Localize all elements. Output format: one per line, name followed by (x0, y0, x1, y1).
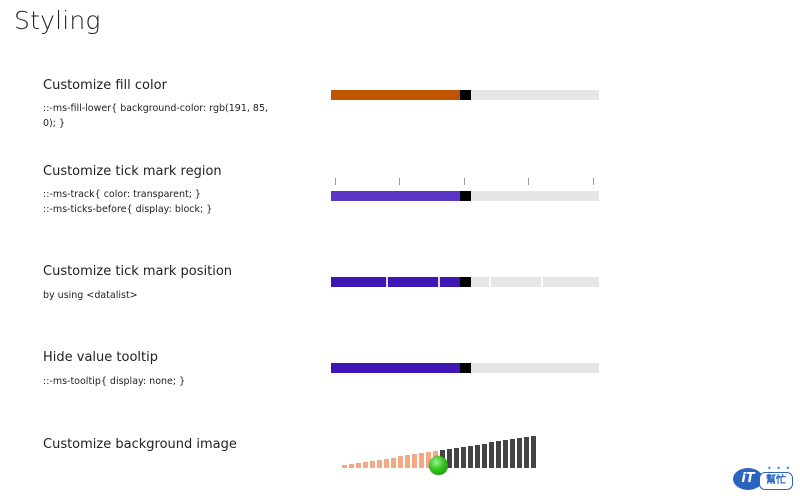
bg-bar (461, 446, 466, 468)
desc-line: 0); } (43, 118, 66, 129)
fill-color-slider[interactable] (331, 90, 599, 100)
bg-bar (384, 458, 389, 468)
logo-bang: 幫忙 (759, 472, 793, 490)
datalist-tick (541, 277, 543, 287)
slider-fill-lower (331, 90, 460, 100)
hide-tooltip-slider[interactable] (331, 363, 599, 373)
tick-position-slider[interactable] (331, 277, 599, 287)
slider-thumb[interactable] (460, 363, 471, 373)
bg-bar (531, 436, 536, 468)
datalist-tick (438, 277, 440, 287)
section-fill-color-desc: ::-ms-fill-lower{ background-color: rgb(… (43, 101, 293, 131)
desc-line: by using <datalist> (43, 290, 138, 301)
section-hide-tooltip-label: Hide value tooltip (43, 350, 158, 365)
desc-line: ::-ms-tooltip{ display: none; } (43, 376, 186, 387)
bg-bar (503, 440, 508, 468)
desc-line: ::-ms-fill-lower{ background-color: rgb(… (43, 103, 269, 114)
section-fill-color-label: Customize fill color (43, 78, 167, 93)
bg-bar (356, 462, 361, 468)
section-tick-region-desc: ::-ms-track{ color: transparent; } ::-ms… (43, 187, 293, 217)
section-bg-image-label: Customize background image (43, 437, 237, 452)
slider-fill-lower (331, 363, 460, 373)
bg-bar (405, 455, 410, 468)
bg-bar (363, 461, 368, 468)
bg-bar (370, 460, 375, 468)
tick-region-slider[interactable] (331, 191, 599, 201)
slider-thumb[interactable] (460, 90, 471, 100)
itbang-logo: • • • iT 幫忙 (733, 464, 793, 492)
bg-bar (524, 437, 529, 468)
desc-line: ::-ms-ticks-before{ display: block; } (43, 204, 213, 215)
bg-bar (349, 463, 354, 468)
bg-bar (398, 456, 403, 468)
bg-bar (377, 459, 382, 468)
section-tick-region-label: Customize tick mark region (43, 164, 222, 179)
bg-bar (468, 445, 473, 468)
bg-bar (489, 442, 494, 468)
section-tick-position-label: Customize tick mark position (43, 264, 233, 279)
desc-line: ::-ms-track{ color: transparent; } (43, 189, 201, 200)
bg-bar (454, 447, 459, 468)
bg-bar (482, 443, 487, 468)
tick-mark (528, 178, 529, 185)
bg-bar (391, 457, 396, 468)
slider-fill-lower (331, 277, 460, 287)
bg-bar (510, 439, 515, 468)
tick-mark (399, 178, 400, 185)
tick-mark (593, 178, 594, 185)
datalist-tick (386, 277, 388, 287)
bg-bar (419, 453, 424, 468)
bg-bar (412, 454, 417, 468)
slider-thumb[interactable] (460, 277, 471, 287)
section-tick-position-desc: by using <datalist> (43, 288, 293, 303)
bg-bar (342, 465, 347, 468)
section-hide-tooltip-desc: ::-ms-tooltip{ display: none; } (43, 374, 293, 389)
bg-bar (517, 438, 522, 468)
page-title: Styling (14, 6, 101, 35)
bg-bar (496, 441, 501, 468)
slider-fill-lower (331, 191, 460, 201)
datalist-tick (489, 277, 491, 287)
tick-mark (335, 178, 336, 185)
tick-mark (464, 178, 465, 185)
bg-bar (475, 444, 480, 468)
slider-thumb-ball[interactable] (429, 456, 448, 475)
slider-thumb[interactable] (460, 191, 471, 201)
